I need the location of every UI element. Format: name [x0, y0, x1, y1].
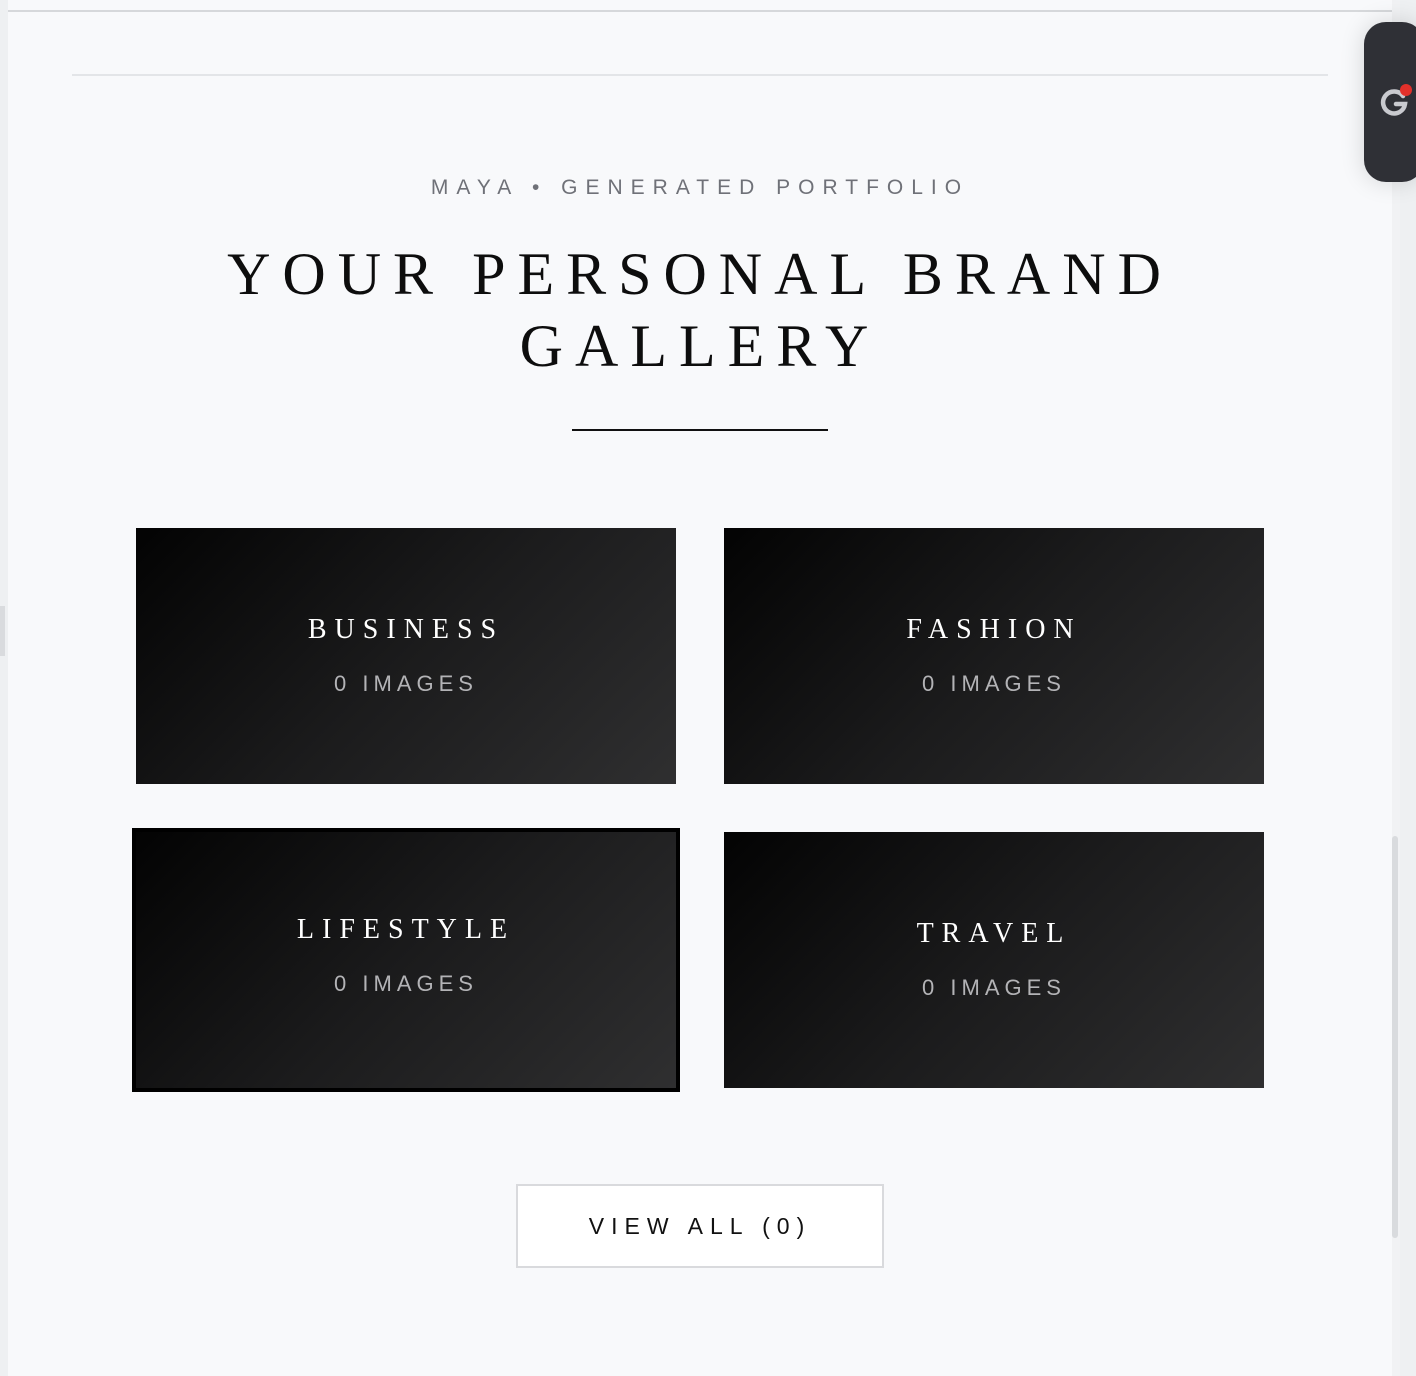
category-title: LIFESTYLE [296, 914, 516, 945]
grammarly-widget[interactable] [1364, 22, 1416, 182]
category-image-count: 0 IMAGES [334, 671, 478, 696]
category-card-lifestyle[interactable]: LIFESTYLE 0 IMAGES [132, 828, 680, 1092]
category-title: BUSINESS [307, 614, 505, 645]
status-dot-icon [1400, 84, 1412, 96]
category-title: TRAVEL [916, 918, 1072, 949]
category-card-fashion[interactable]: FASHION 0 IMAGES [724, 528, 1264, 784]
side-panel-handle[interactable] [0, 606, 5, 656]
category-image-count: 0 IMAGES [922, 671, 1066, 696]
section-divider [72, 74, 1328, 76]
category-title: FASHION [906, 614, 1082, 645]
scrollbar-thumb[interactable] [1392, 836, 1398, 1238]
top-divider [8, 10, 1400, 12]
category-image-count: 0 IMAGES [334, 971, 478, 996]
category-image-count: 0 IMAGES [922, 975, 1066, 1000]
view-all-button[interactable]: VIEW ALL (0) [516, 1184, 884, 1268]
grammarly-g-icon [1380, 84, 1412, 116]
category-card-business[interactable]: BUSINESS 0 IMAGES [136, 528, 676, 784]
gallery-headline: YOUR PERSONAL BRAND GALLERY [227, 241, 1173, 379]
category-card-travel[interactable]: TRAVEL 0 IMAGES [724, 832, 1264, 1088]
gallery-eyebrow: MAYA • GENERATED PORTFOLIO [430, 176, 970, 199]
headline-underline [572, 429, 828, 431]
